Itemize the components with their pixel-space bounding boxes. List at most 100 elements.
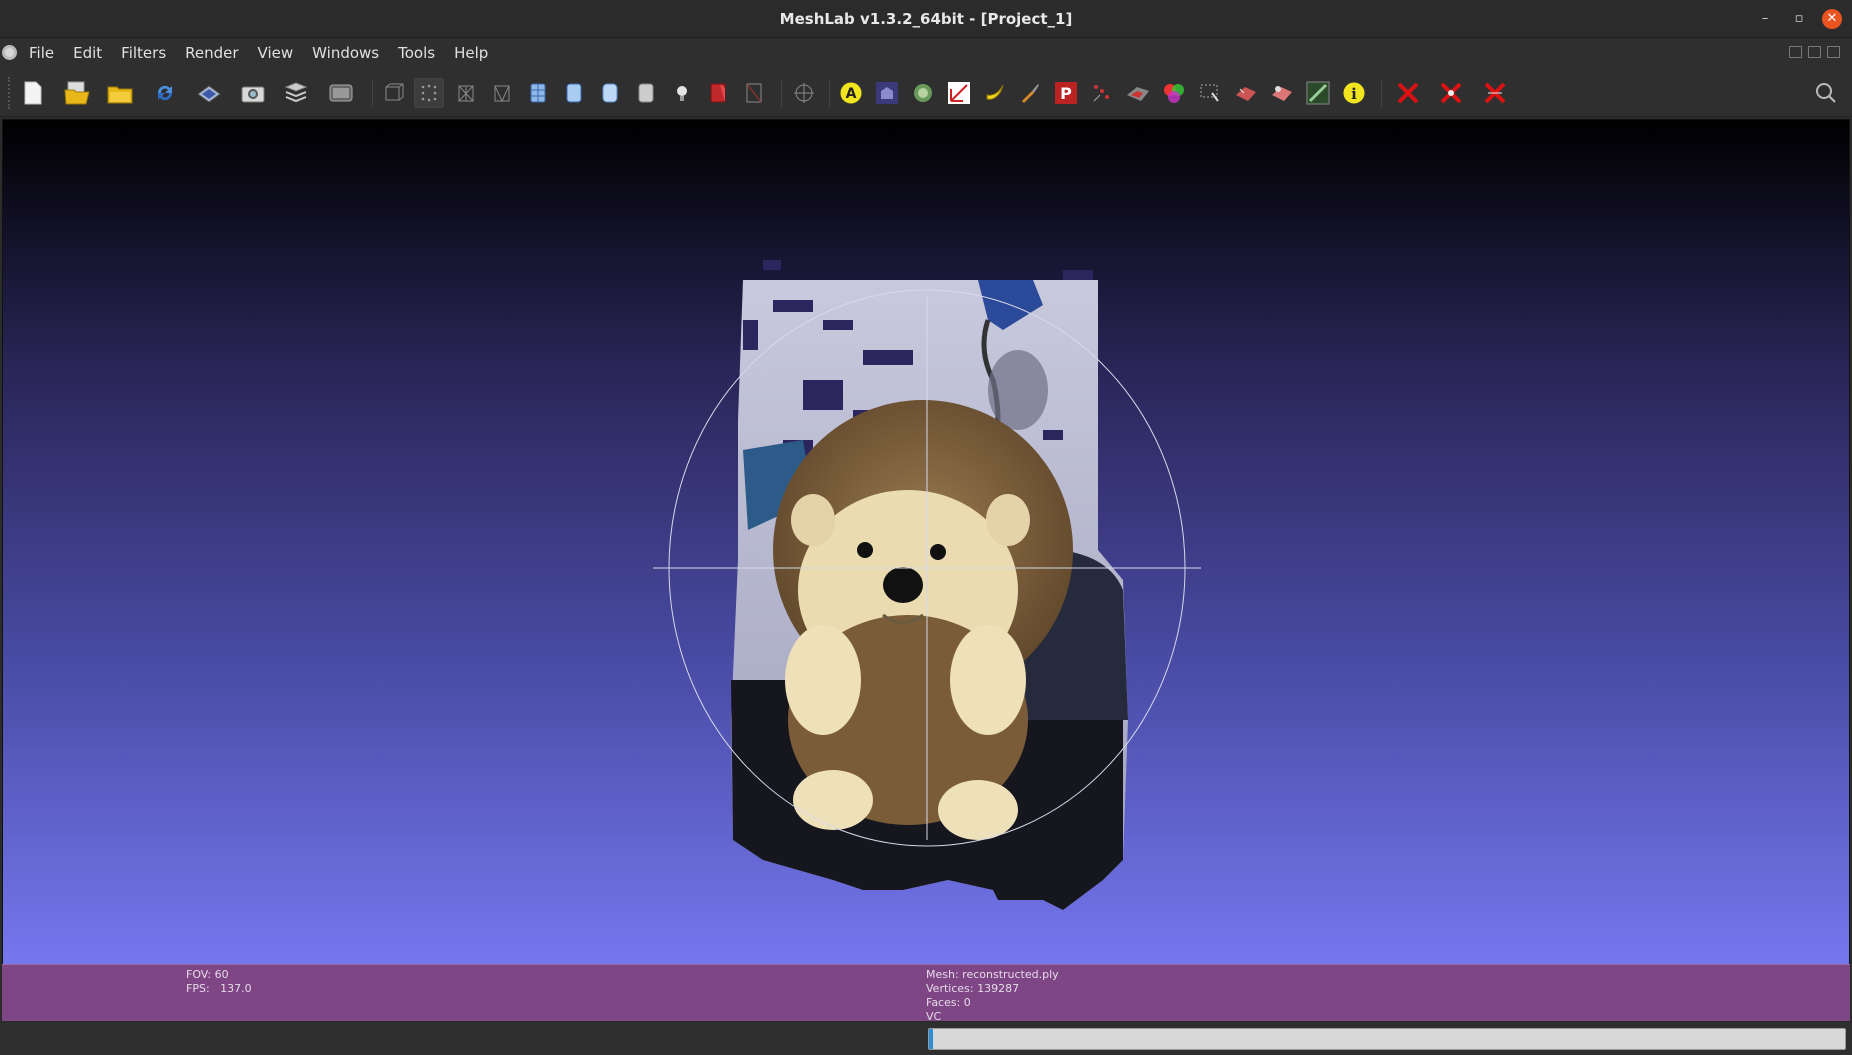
annotation-icon: A xyxy=(839,81,863,105)
wireframe-button[interactable] xyxy=(451,78,481,108)
snapshot-icon xyxy=(241,86,265,103)
new-project-button[interactable] xyxy=(18,78,48,108)
trackball-button[interactable] xyxy=(789,78,819,108)
double-side-button[interactable] xyxy=(739,78,769,108)
menu-help[interactable]: Help xyxy=(454,44,498,62)
pick-points-icon: P xyxy=(1055,82,1077,104)
menu-view[interactable]: View xyxy=(258,44,304,62)
mesh-name-label: Mesh: reconstructed.ply xyxy=(926,968,1059,981)
smooth-icon xyxy=(602,83,618,103)
import-mesh-button[interactable] xyxy=(105,78,135,108)
meshlab-logo-icon[interactable] xyxy=(2,45,17,60)
search-icon[interactable] xyxy=(1815,82,1837,104)
sample-button[interactable] xyxy=(908,78,938,108)
flat-icon xyxy=(566,83,582,103)
import-mesh-icon xyxy=(107,86,133,104)
align-button[interactable] xyxy=(872,78,902,108)
mdi-restore-icon[interactable] xyxy=(1808,46,1821,58)
texture-param-icon xyxy=(1306,81,1330,105)
reload-button[interactable] xyxy=(150,78,180,108)
vertices-label: Vertices: 139287 xyxy=(926,982,1020,995)
menu-render[interactable]: Render xyxy=(185,44,248,62)
hidden-lines-icon xyxy=(494,85,510,103)
mesh-art-icon xyxy=(1272,86,1292,101)
pick-points-button[interactable]: P xyxy=(1051,78,1081,108)
export-mesh-button[interactable] xyxy=(194,78,224,108)
backface-button[interactable] xyxy=(703,78,733,108)
render-mode-label: VC xyxy=(926,1010,942,1023)
delete-face-icon xyxy=(1440,82,1462,104)
texture-param-button[interactable] xyxy=(1303,78,1333,108)
open-project-icon xyxy=(64,81,90,105)
progress-fill xyxy=(929,1029,933,1049)
window-title: MeshLab v1.3.2_64bit - [Project_1] xyxy=(779,10,1073,28)
texture-icon xyxy=(638,83,654,103)
svg-text:i: i xyxy=(1351,85,1357,103)
double-side-icon xyxy=(746,83,762,103)
bounding-box-button[interactable] xyxy=(379,78,409,108)
title-bar: MeshLab v1.3.2_64bit - [Project_1] – ▫ ✕ xyxy=(0,0,1852,38)
color-icon xyxy=(1164,84,1184,103)
mdi-close-icon[interactable] xyxy=(1827,46,1840,58)
3d-viewport[interactable] xyxy=(2,119,1850,965)
delete-vertex-icon xyxy=(1397,82,1419,104)
paint-button[interactable] xyxy=(1015,78,1045,108)
minimize-button[interactable]: – xyxy=(1755,9,1775,29)
measure-icon xyxy=(948,82,970,104)
light-button[interactable] xyxy=(667,78,697,108)
measure-button[interactable] xyxy=(944,78,974,108)
fov-label: FOV: 60 xyxy=(186,968,229,981)
svg-text:A: A xyxy=(846,86,857,102)
select-face-icon xyxy=(1127,87,1149,101)
select-vertex-button[interactable] xyxy=(1087,78,1117,108)
texture-button[interactable] xyxy=(631,78,661,108)
points-button[interactable] xyxy=(414,78,444,108)
fps-label: FPS: 137.0 xyxy=(186,982,252,995)
sample-icon xyxy=(914,84,932,102)
delete-vertex-button[interactable] xyxy=(1393,78,1423,108)
mesh-art-button[interactable] xyxy=(1267,78,1297,108)
select-region-icon xyxy=(1200,84,1219,102)
info-button[interactable]: i xyxy=(1339,78,1369,108)
info-panel: FOV: 60 FPS: 137.0 Mesh: reconstructed.p… xyxy=(2,964,1850,1023)
select-region-button[interactable] xyxy=(1195,78,1225,108)
mesh-render xyxy=(653,260,1201,910)
toolbar-grip[interactable] xyxy=(8,77,12,109)
paint-icon xyxy=(1022,84,1039,103)
annotation-button[interactable]: A xyxy=(836,78,866,108)
toolbar: A P i xyxy=(0,69,1852,117)
menu-windows[interactable]: Windows xyxy=(312,44,389,62)
export-mesh-icon xyxy=(197,85,221,103)
layers-button[interactable] xyxy=(281,78,311,108)
select-connected-button[interactable] xyxy=(1231,78,1261,108)
raster-button[interactable] xyxy=(326,78,356,108)
menu-filters[interactable]: Filters xyxy=(121,44,176,62)
delete-selected-icon xyxy=(1484,82,1506,104)
color-button[interactable] xyxy=(1159,78,1189,108)
snapshot-button[interactable] xyxy=(238,78,268,108)
progress-bar xyxy=(928,1028,1846,1050)
new-project-icon xyxy=(24,81,42,105)
menu-edit[interactable]: Edit xyxy=(73,44,112,62)
menu-file[interactable]: File xyxy=(29,44,64,62)
align-icon xyxy=(876,82,898,104)
smooth-button[interactable] xyxy=(595,78,625,108)
banana-button[interactable] xyxy=(980,78,1010,108)
select-vertex-icon xyxy=(1093,85,1109,102)
hidden-lines-button[interactable] xyxy=(487,78,517,108)
flat-lines-button[interactable] xyxy=(523,78,553,108)
close-button[interactable]: ✕ xyxy=(1822,9,1842,29)
delete-selected-button[interactable] xyxy=(1480,78,1510,108)
select-face-button[interactable] xyxy=(1123,78,1153,108)
bounding-box-icon xyxy=(385,83,404,101)
raster-icon xyxy=(329,84,353,102)
delete-face-button[interactable] xyxy=(1436,78,1466,108)
banana-icon xyxy=(986,84,1004,100)
mdi-minimize-icon[interactable] xyxy=(1789,46,1802,58)
open-project-button[interactable] xyxy=(62,78,92,108)
menu-tools[interactable]: Tools xyxy=(398,44,445,62)
select-connected-icon xyxy=(1236,87,1256,101)
maximize-button[interactable]: ▫ xyxy=(1789,9,1809,29)
info-icon: i xyxy=(1342,81,1366,105)
flat-button[interactable] xyxy=(559,78,589,108)
